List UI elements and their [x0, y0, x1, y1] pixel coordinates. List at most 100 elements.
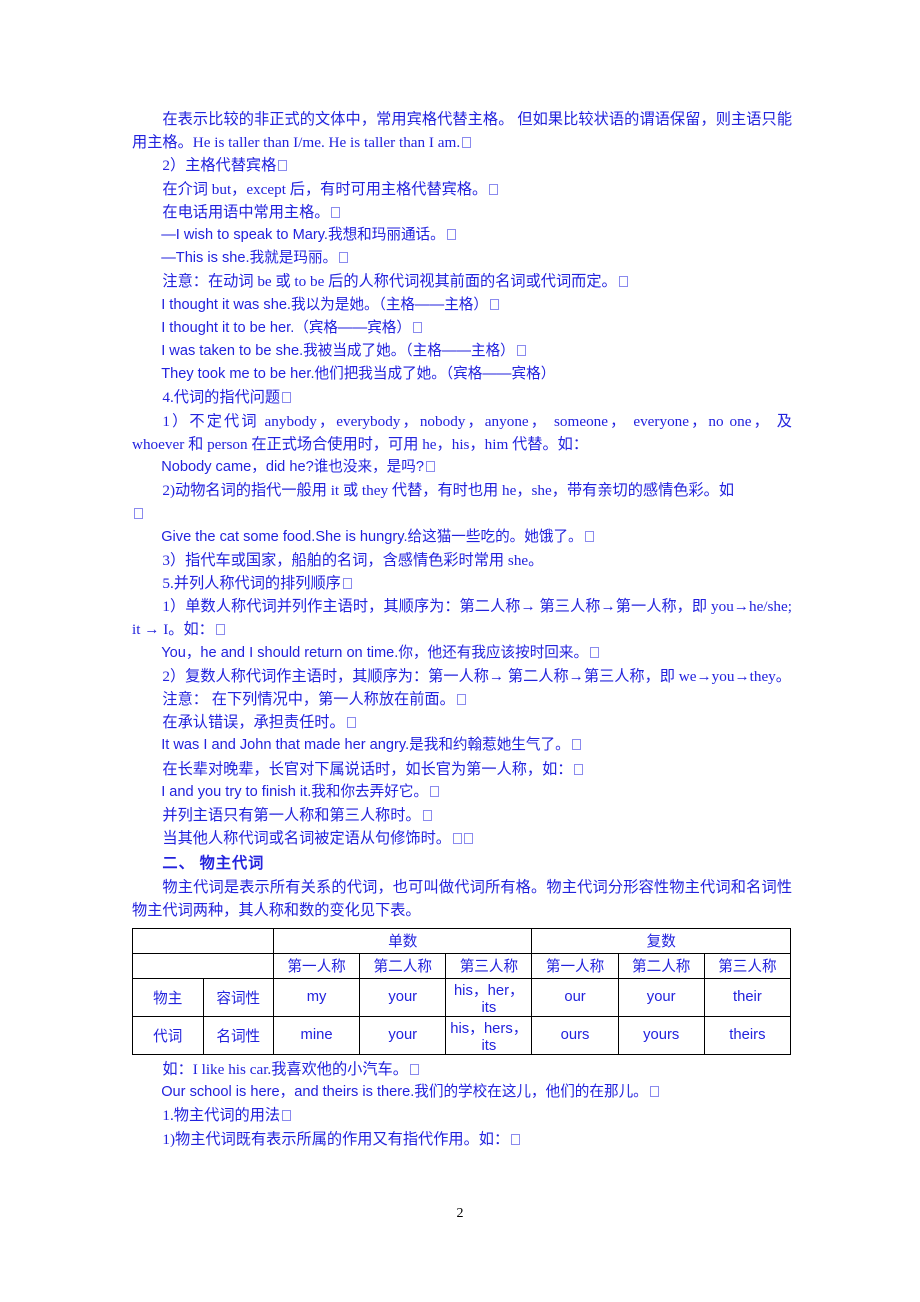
paragraph-example-like-his-car: 如：I like his car.我喜欢他的小汽车。 — [132, 1058, 792, 1081]
table-header-sg-third-person: 第三人称 — [445, 952, 533, 979]
control-char-box — [409, 1063, 419, 1075]
control-char-box — [649, 1086, 659, 1098]
table-cell-nom-pl1: ours — [531, 1015, 619, 1055]
table-header-sg-second-person: 第二人称 — [359, 952, 447, 979]
control-char-box — [516, 345, 526, 357]
paragraph-subjective-replaces-objective: 2）主格代替宾格 — [132, 154, 792, 177]
control-char-box — [446, 229, 456, 241]
paragraph-singular-order: 1）单数人称代词并列作主语时，其顺序为：第二人称→ 第三人称→第一人称，即 yo… — [132, 595, 792, 641]
control-char-box — [490, 298, 499, 310]
paragraph-first-third-person-only: 并列主语只有第一人称和第三人称时。 — [132, 804, 792, 827]
control-char-box — [282, 1110, 292, 1122]
paragraph-text: Give the cat some food.She is hungry.给这猫… — [161, 528, 583, 545]
paragraph-possessive-usage-heading: 1.物主代词的用法 — [132, 1104, 792, 1127]
paragraph-text: You，he and I should return on time.你，他还有… — [161, 644, 589, 661]
paragraph-text: 在承认错误，承担责任时。 — [162, 714, 345, 732]
control-char-box — [339, 252, 349, 264]
control-char-box — [422, 810, 432, 822]
control-char-box — [282, 392, 292, 404]
paragraph-example-thought-was-she: I thought it was she.我以为是她。（主格——主格） — [132, 294, 792, 317]
paragraph-example-this-is-she: —This is she.我就是玛丽。 — [132, 247, 792, 270]
paragraph-text: 5.并列人称代词的排列顺序 — [162, 575, 341, 593]
paragraph-vehicles-countries-ships: 3）指代车或国家，船舶的名词，含感情色彩时常用 she。 — [132, 549, 792, 572]
table-header-pl-first-person: 第一人称 — [531, 952, 619, 979]
paragraph-text: 当其他人称代词或名词被定语从句修饰时。 — [162, 830, 451, 848]
table-cell-nom-sg3: his，hers，its — [445, 1015, 533, 1055]
table-header-pl-second-person: 第二人称 — [617, 952, 705, 979]
table-cell-type-adjectival: 容词性 — [202, 977, 274, 1017]
paragraph-text: 2)动物名词的指代一般用 it 或 they 代替，有时也用 he，she，带有… — [162, 482, 735, 500]
paragraph-example-thought-to-be-her: I thought it to be her.（宾格——宾格） — [132, 317, 792, 340]
paragraph-text: —This is she.我就是玛丽。 — [161, 250, 338, 267]
paragraph-example-you-he-and-i: You，he and I should return on time.你，他还有… — [132, 642, 792, 665]
table-row-nominal: 代词 名词性 mine your his，hers，its ours yours… — [132, 1015, 792, 1055]
paragraph-example-i-and-you-finish: I and you try to finish it.我和你去弄好它。 — [132, 781, 792, 804]
table-row-group-headers: 单数 复数 — [132, 927, 791, 954]
control-char-box — [342, 578, 352, 590]
table-header-sg-first-person: 第一人称 — [272, 952, 361, 979]
table-cell-type-nominal: 名词性 — [202, 1015, 274, 1055]
paragraph-section-5-order: 5.并列人称代词的排列顺序 — [132, 572, 792, 595]
paragraph-text: 1）单数人称代词并列作主语时，其顺序为：第二人称→ 第三人称→第一人称，即 yo… — [132, 598, 792, 639]
paragraph-example-took-me-to-be-her: They took me to be her.他们把我当成了她。（宾格——宾格） — [132, 363, 792, 386]
paragraph-example-give-cat-food: Give the cat some food.She is hungry.给这猫… — [132, 526, 792, 549]
paragraph-text: 物主代词是表示所有关系的代词，也可叫做代词所有格。物主代词分形容性物主代词和名词… — [132, 878, 792, 919]
paragraph-text: 1）不定代词 anybody，everybody，nobody，anyone， … — [132, 412, 792, 453]
section-heading-possessive-pronouns: 二、 物主代词 — [132, 851, 792, 876]
table-cell-adj-pl2: your — [617, 977, 705, 1017]
paragraph-example-i-and-john: It was I and John that made her angry.是我… — [132, 734, 792, 757]
paragraph-text: 在电话用语中常用主格。 — [162, 203, 330, 221]
paragraph-telephone-usage: 在电话用语中常用主格。 — [132, 201, 792, 224]
paragraph-text: I was taken to be she.我被当成了她。（主格——主格） — [161, 343, 515, 360]
paragraph-text: 如：I like his car.我喜欢他的小汽车。 — [162, 1060, 408, 1078]
paragraph-elder-to-younger: 在长辈对晚辈，长官对下属说话时，如长官为第一人称，如： — [132, 758, 792, 781]
paragraph-animal-nouns-continuation — [132, 502, 792, 525]
table-cell-adj-pl3: their — [703, 977, 792, 1017]
possessive-pronoun-table: 单数 复数 第一人称 第二人称 第三人称 第一人称 第二人称 第三人称 物主 容… — [132, 927, 792, 1055]
table-cell-nom-sg2: your — [359, 1015, 447, 1055]
paragraph-possessive-definition: 物主代词是表示所有关系的代词，也可叫做代词所有格。物主代词分形容性物主代词和名词… — [132, 876, 792, 922]
paragraph-text: 注意：在动词 be 或 to be 后的人称代词视其前面的名词或代词而定。 — [162, 273, 617, 291]
page-number: 2 — [456, 1206, 464, 1221]
paragraph-text: 并列主语只有第一人称和第三人称时。 — [162, 807, 421, 825]
paragraph-text: 1)物主代词既有表示所属的作用又有指代作用。如： — [162, 1130, 510, 1148]
heading-text: 二、 物主代词 — [162, 854, 265, 872]
paragraph-note-be-verb: 注意：在动词 be 或 to be 后的人称代词视其前面的名词或代词而定。 — [132, 270, 792, 293]
paragraph-text: I thought it to be her.（宾格——宾格） — [161, 319, 411, 336]
paragraph-section-4-reference: 4.代词的指代问题 — [132, 386, 792, 409]
paragraph-text: 2）复数人称代词作主语时，其顺序为：第一人称→ 第二人称→第三人称，即 we→y… — [162, 667, 791, 685]
table-cell-adj-sg1: my — [272, 977, 361, 1017]
paragraph-text: I thought it was she.我以为是她。（主格——主格） — [161, 296, 488, 313]
control-char-box — [346, 717, 356, 729]
control-char-box — [571, 739, 581, 751]
paragraph-note-first-person-front: 注意： 在下列情况中，第一人称放在前面。 — [132, 688, 792, 711]
control-char-box — [456, 694, 466, 706]
control-char-box — [463, 833, 473, 845]
table-cell-adj-pl1: our — [531, 977, 619, 1017]
control-char-box — [618, 276, 628, 288]
control-char-box — [430, 785, 440, 797]
paragraph-animal-nouns: 2)动物名词的指代一般用 it 或 they 代替，有时也用 he，she，带有… — [132, 479, 792, 502]
control-char-box — [462, 137, 472, 149]
paragraph-example-taken-to-be-she: I was taken to be she.我被当成了她。（主格——主格） — [132, 340, 792, 363]
table-cell-empty-corner-2 — [132, 952, 274, 979]
table-cell-adj-sg3: his，her，its — [445, 977, 533, 1017]
control-char-box — [590, 646, 600, 658]
paragraph-text: 4.代词的指代问题 — [162, 389, 281, 407]
document-page: 在表示比较的非正式的文体中，常用宾格代替主格。 但如果比较状语的谓语保留，则主语… — [0, 0, 920, 1302]
control-char-box — [425, 461, 435, 473]
paragraph-text: They took me to be her.他们把我当成了她。（宾格——宾格） — [161, 366, 556, 383]
paragraph-example-nobody-came: Nobody came，did he?谁也没来，是吗? — [132, 456, 792, 479]
paragraph-example-wish-speak: —I wish to speak to Mary.我想和玛丽通话。 — [132, 224, 792, 247]
paragraph-text: —I wish to speak to Mary.我想和玛丽通话。 — [161, 227, 445, 244]
paragraph-but-except: 在介词 but，except 后，有时可用主格代替宾格。 — [132, 178, 792, 201]
control-char-box — [511, 1133, 521, 1145]
table-header-plural: 复数 — [531, 927, 791, 954]
paragraph-indefinite-pronouns: 1）不定代词 anybody，everybody，nobody，anyone， … — [132, 410, 792, 456]
paragraph-attributive-clause-modifier: 当其他人称代词或名词被定语从句修饰时。 — [132, 827, 792, 850]
paragraph-comparative-case: 在表示比较的非正式的文体中，常用宾格代替主格。 但如果比较状语的谓语保留，则主语… — [132, 108, 792, 154]
table-cell-empty-corner — [132, 927, 274, 954]
paragraph-text: 在介词 but，except 后，有时可用主格代替宾格。 — [162, 180, 488, 198]
table-cell-nom-pl2: yours — [617, 1015, 705, 1055]
table-cell-rowlabel-top: 物主 — [132, 977, 204, 1017]
